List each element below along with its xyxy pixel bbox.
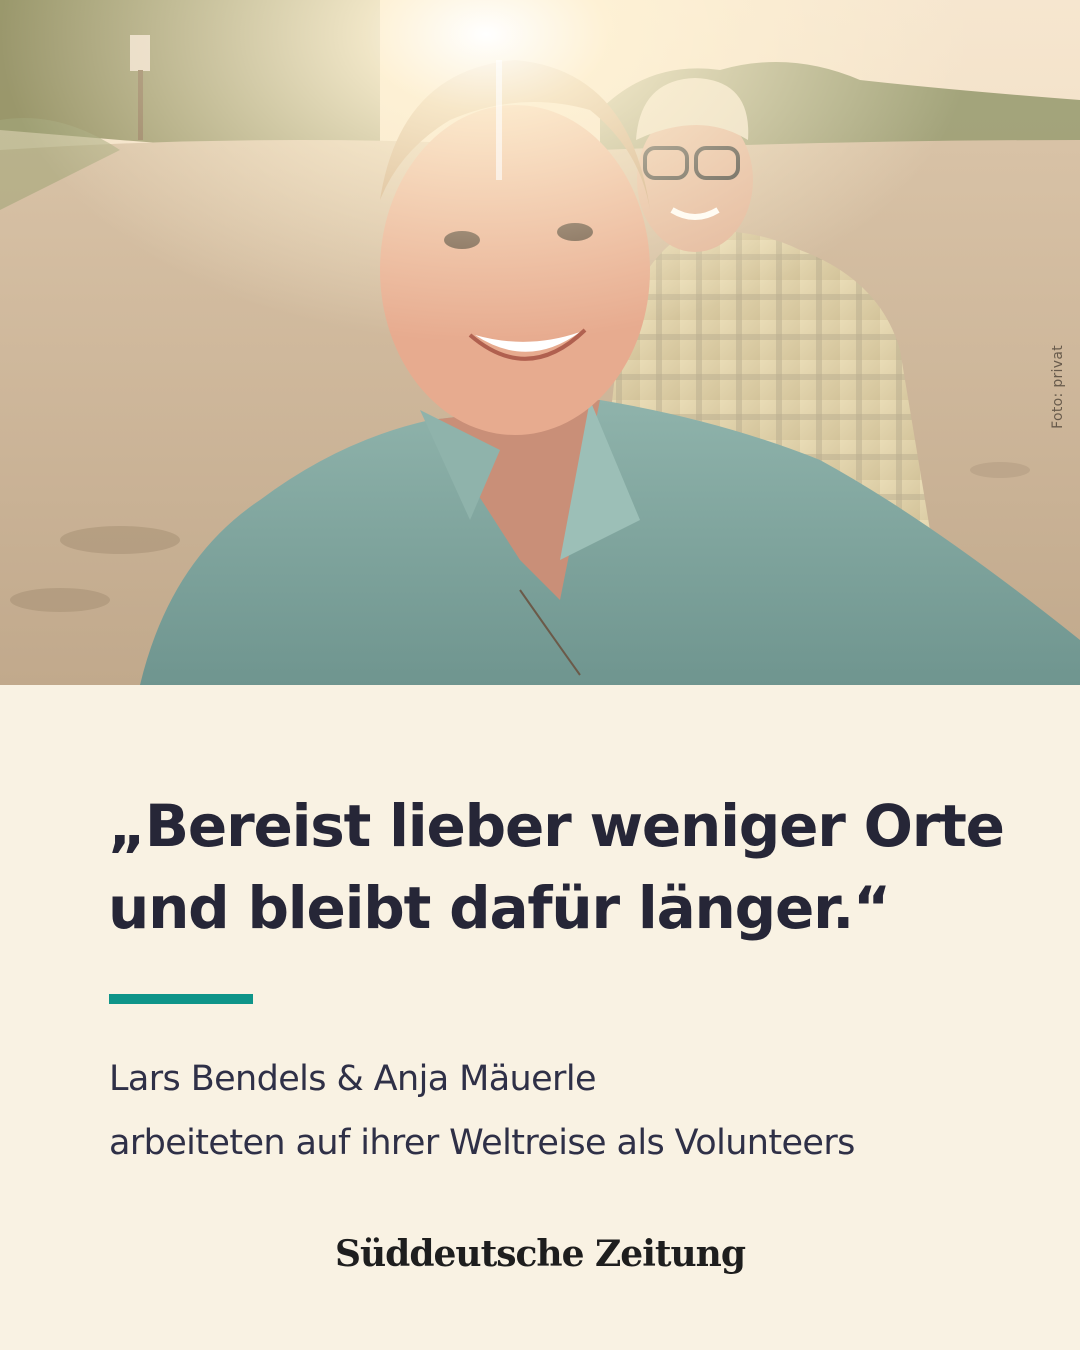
hero-photo: Foto: privat <box>0 0 1080 685</box>
accent-divider <box>109 994 253 1004</box>
attribution-names: Lars Bendels & Anja Mäuerle <box>109 1059 597 1099</box>
quote-line-1: „Bereist lieber weniger Orte <box>108 792 1005 860</box>
content-panel: „Bereist lieber weniger Orte und bleibt … <box>0 685 1080 1350</box>
photo-credit: Foto: privat <box>1050 345 1066 429</box>
quote-headline: „Bereist lieber weniger Orte und bleibt … <box>108 785 1008 949</box>
selfie-beach-image <box>0 0 1080 685</box>
quote-line-2: und bleibt dafür länger.“ <box>108 874 891 942</box>
sz-logo: Süddeutsche Zeitung <box>334 1233 746 1275</box>
attribution-caption: arbeiteten auf ihrer Weltreise als Volun… <box>109 1123 855 1163</box>
